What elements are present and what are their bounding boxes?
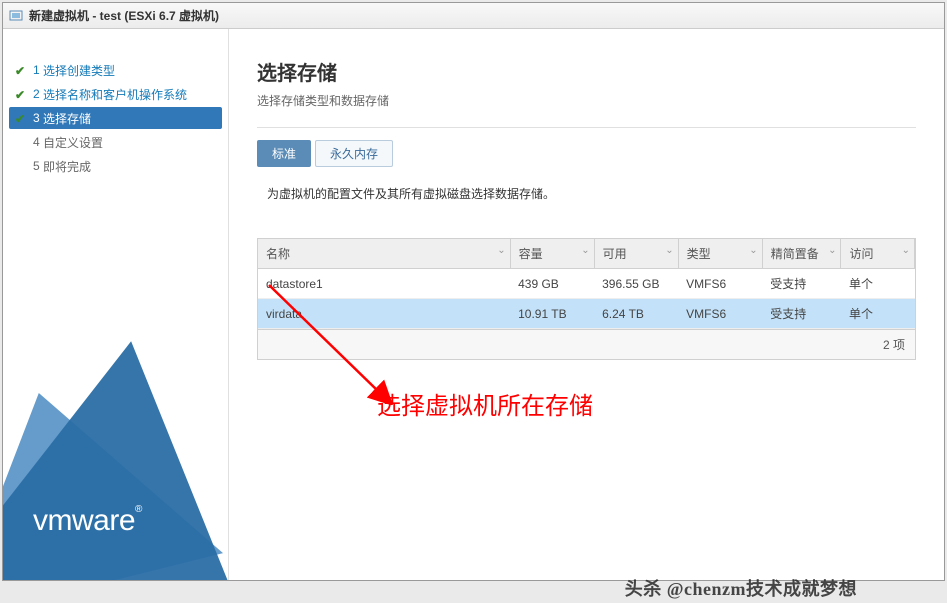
step-label: 选择存储 <box>43 110 91 127</box>
step-storage[interactable]: ✔ 3 选择存储 <box>9 107 222 129</box>
page-title: 选择存储 <box>257 57 916 86</box>
step-label: 选择创建类型 <box>43 62 115 79</box>
step-settings: ✔ 4 自定义设置 <box>9 131 222 153</box>
col-free[interactable]: 可用⌄ <box>594 239 678 269</box>
col-name[interactable]: 名称⌄ <box>258 239 510 269</box>
cell-type: VMFS6 <box>678 299 762 329</box>
check-icon: ✔ <box>15 88 27 100</box>
step-finish: ✔ 5 即将完成 <box>9 155 222 177</box>
cell-capacity: 10.91 TB <box>510 299 594 329</box>
sort-icon: ⌄ <box>902 245 910 256</box>
vm-icon <box>9 9 23 23</box>
col-capacity[interactable]: 容量⌄ <box>510 239 594 269</box>
check-icon: ✔ <box>15 112 27 124</box>
cell-name: datastore1 <box>258 269 510 299</box>
vmware-logo: vmware® <box>33 504 142 538</box>
datastore-table-wrap: 名称⌄ 容量⌄ 可用⌄ 类型⌄ 精简置备⌄ 访问⌄ datastore1 439… <box>257 238 916 360</box>
table-footer: 2 项 <box>258 329 915 359</box>
cell-thin: 受支持 <box>762 269 841 299</box>
sort-icon: ⌄ <box>665 245 673 256</box>
tab-pmem[interactable]: 永久内存 <box>315 140 393 167</box>
page-subtitle: 选择存储类型和数据存储 <box>257 92 916 109</box>
cell-free: 6.24 TB <box>594 299 678 329</box>
sort-icon: ⌄ <box>497 245 505 256</box>
dialog-title: 新建虚拟机 - test (ESXi 6.7 虚拟机) <box>29 7 219 24</box>
step-num: 4 <box>33 135 40 149</box>
sort-icon: ⌄ <box>581 245 589 256</box>
table-row[interactable]: datastore1 439 GB 396.55 GB VMFS6 受支持 单个 <box>258 269 915 299</box>
step-num: 3 <box>33 111 40 125</box>
titlebar: 新建虚拟机 - test (ESXi 6.7 虚拟机) <box>3 3 944 29</box>
step-name-os[interactable]: ✔ 2 选择名称和客户机操作系统 <box>9 83 222 105</box>
step-num: 5 <box>33 159 40 173</box>
check-icon: ✔ <box>15 64 27 76</box>
datastore-table: 名称⌄ 容量⌄ 可用⌄ 类型⌄ 精简置备⌄ 访问⌄ datastore1 439… <box>258 239 915 329</box>
step-num: 1 <box>33 63 40 77</box>
divider <box>257 127 916 128</box>
wizard-steps: ✔ 1 选择创建类型 ✔ 2 选择名称和客户机操作系统 ✔ 3 选择存储 ✔ 4 <box>3 29 228 177</box>
sidebar: ✔ 1 选择创建类型 ✔ 2 选择名称和客户机操作系统 ✔ 3 选择存储 ✔ 4 <box>3 29 229 580</box>
sort-icon: ⌄ <box>828 245 836 256</box>
col-access[interactable]: 访问⌄ <box>841 239 915 269</box>
tab-standard[interactable]: 标准 <box>257 140 311 167</box>
table-row[interactable]: virdata 10.91 TB 6.24 TB VMFS6 受支持 单个 <box>258 299 915 329</box>
col-thin[interactable]: 精简置备⌄ <box>762 239 841 269</box>
step-create-type[interactable]: ✔ 1 选择创建类型 <box>9 59 222 81</box>
instruction-text: 为虚拟机的配置文件及其所有虚拟磁盘选择数据存储。 <box>257 185 916 202</box>
watermark: 头杀 @chenzm技术成就梦想 <box>625 575 857 601</box>
cell-capacity: 439 GB <box>510 269 594 299</box>
step-label: 自定义设置 <box>43 134 103 151</box>
cell-type: VMFS6 <box>678 269 762 299</box>
col-type[interactable]: 类型⌄ <box>678 239 762 269</box>
cell-free: 396.55 GB <box>594 269 678 299</box>
step-label: 即将完成 <box>43 158 91 175</box>
dialog-body: ✔ 1 选择创建类型 ✔ 2 选择名称和客户机操作系统 ✔ 3 选择存储 ✔ 4 <box>3 29 944 580</box>
step-num: 2 <box>33 87 40 101</box>
cell-thin: 受支持 <box>762 299 841 329</box>
cell-access: 单个 <box>841 269 915 299</box>
main-panel: 选择存储 选择存储类型和数据存储 标准 永久内存 为虚拟机的配置文件及其所有虚拟… <box>229 29 944 580</box>
storage-tabs: 标准 永久内存 <box>257 140 916 167</box>
cell-access: 单个 <box>841 299 915 329</box>
dialog: 新建虚拟机 - test (ESXi 6.7 虚拟机) ✔ 1 选择创建类型 ✔… <box>2 2 945 581</box>
cell-name: virdata <box>258 299 510 329</box>
decorative-triangle <box>3 320 229 580</box>
step-label: 选择名称和客户机操作系统 <box>43 86 187 103</box>
sort-icon: ⌄ <box>749 245 757 256</box>
